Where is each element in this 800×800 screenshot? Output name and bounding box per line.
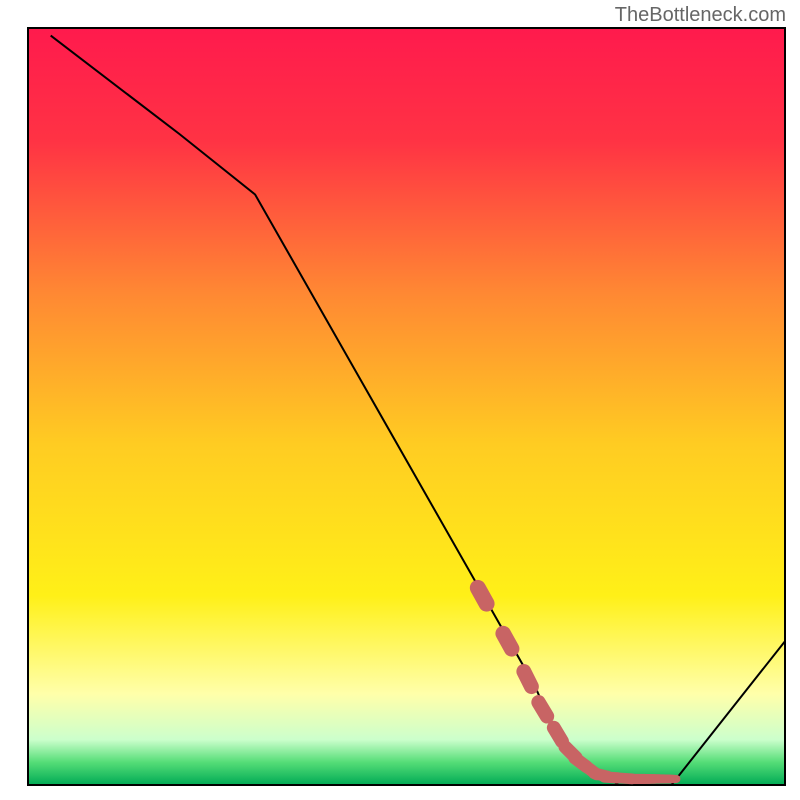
watermark-text: TheBottleneck.com (615, 4, 786, 27)
plot-background (28, 28, 785, 785)
chart-container: TheBottleneck.com (0, 0, 800, 800)
chart-svg (0, 0, 800, 800)
